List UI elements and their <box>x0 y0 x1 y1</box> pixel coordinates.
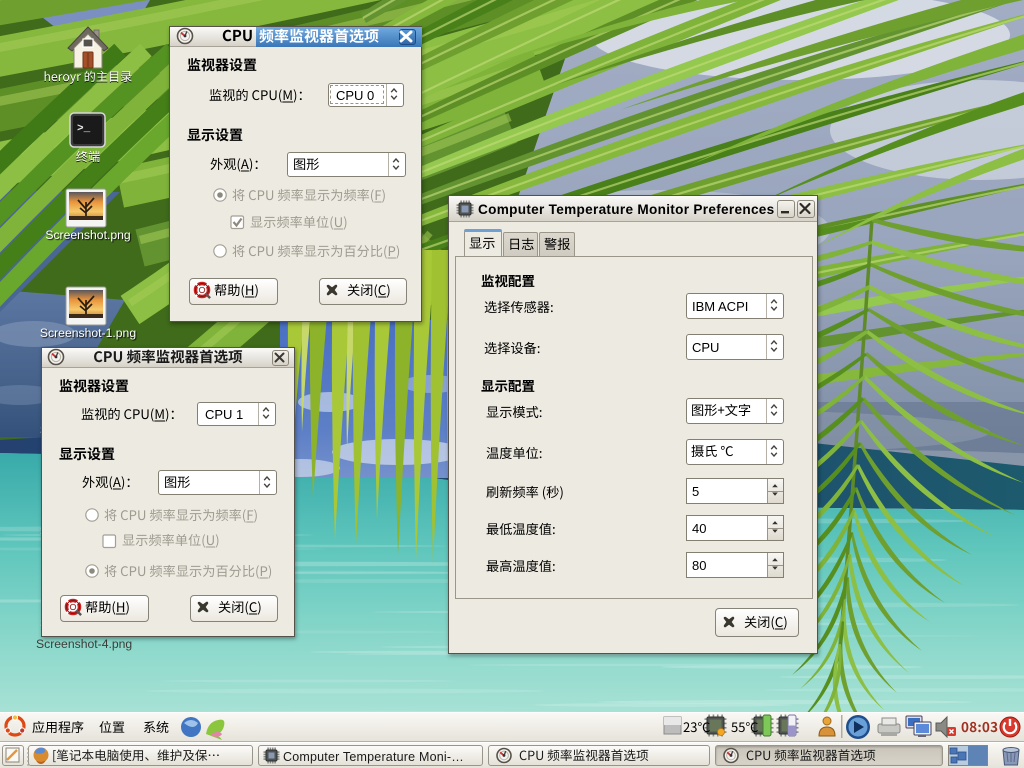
svg-text:>_: >_ <box>77 123 91 135</box>
